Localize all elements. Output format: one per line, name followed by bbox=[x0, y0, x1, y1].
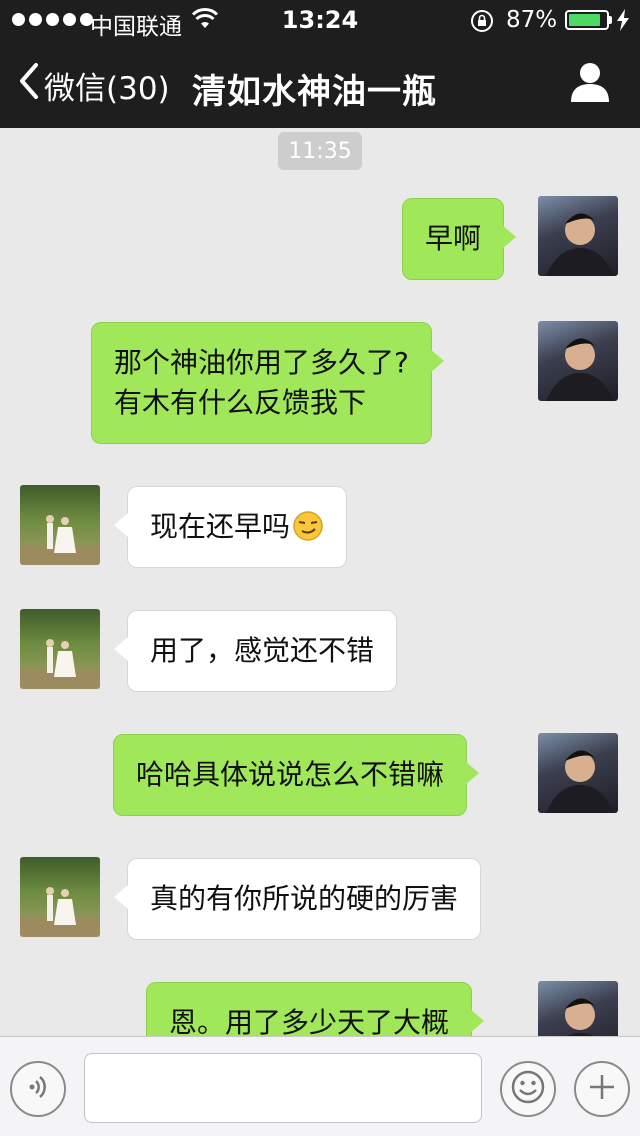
rotation-lock-icon bbox=[470, 9, 494, 39]
message-text: 用了，感觉还不错 bbox=[150, 634, 375, 667]
message-bubble-contact[interactable]: 用了，感觉还不错 bbox=[113, 610, 398, 692]
message-text-line: 那个神油你用了多久了? bbox=[114, 346, 409, 379]
person-icon bbox=[568, 63, 612, 108]
input-bar bbox=[0, 1036, 640, 1136]
message-bubble-me[interactable]: 那个神油你用了多久了? 有木有什么反馈我下 bbox=[91, 322, 444, 444]
chat-info-button[interactable] bbox=[568, 60, 612, 104]
my-avatar[interactable] bbox=[538, 733, 618, 813]
contact-avatar[interactable] bbox=[20, 857, 100, 937]
contact-avatar[interactable] bbox=[20, 485, 100, 565]
chevron-left-icon bbox=[18, 62, 40, 108]
voice-input-button[interactable] bbox=[10, 1061, 66, 1117]
message-text: 现在还早吗 bbox=[150, 510, 291, 543]
message-bubble-me[interactable]: 早啊 bbox=[402, 198, 517, 280]
battery-tip bbox=[609, 16, 612, 24]
plus-icon bbox=[586, 1071, 618, 1107]
message-text-line: 有木有什么反馈我下 bbox=[114, 386, 367, 419]
message-bubble-contact[interactable]: 真的有你所说的硬的厉害 bbox=[113, 858, 482, 940]
message-text: 哈哈具体说说怎么不错嘛 bbox=[136, 758, 445, 791]
message-text: 恩。用了多少天了大概 bbox=[169, 1006, 450, 1039]
top-bar: 中国联通 13:24 87% 微信(30) 清如水神油一瓶 bbox=[0, 0, 640, 128]
my-avatar[interactable] bbox=[538, 321, 618, 401]
message-bubble-me[interactable]: 哈哈具体说说怎么不错嘛 bbox=[113, 734, 480, 816]
back-button[interactable]: 微信(30) bbox=[18, 62, 170, 108]
smiley-icon bbox=[510, 1069, 546, 1109]
back-label: 微信(30) bbox=[44, 70, 170, 107]
message-input[interactable] bbox=[84, 1053, 482, 1123]
charging-bolt-icon bbox=[616, 9, 630, 37]
message-timestamp: 11:35 bbox=[278, 132, 362, 170]
battery-icon bbox=[565, 10, 609, 30]
message-bubble-contact[interactable]: 现在还早吗 bbox=[113, 486, 348, 568]
message-text: 早啊 bbox=[425, 222, 482, 255]
my-avatar[interactable] bbox=[538, 196, 618, 276]
smirk-emoji-icon bbox=[292, 510, 324, 542]
add-attachment-button[interactable] bbox=[574, 1061, 630, 1117]
contact-avatar[interactable] bbox=[20, 609, 100, 689]
voice-icon bbox=[23, 1072, 53, 1106]
status-bar: 中国联通 13:24 87% bbox=[0, 0, 640, 40]
emoji-button[interactable] bbox=[500, 1061, 556, 1117]
nav-bar: 微信(30) 清如水神油一瓶 bbox=[0, 40, 640, 128]
battery-percent: 87% bbox=[506, 7, 558, 33]
chat-title: 清如水神油一瓶 bbox=[192, 72, 437, 112]
message-text: 真的有你所说的硬的厉害 bbox=[150, 882, 459, 915]
